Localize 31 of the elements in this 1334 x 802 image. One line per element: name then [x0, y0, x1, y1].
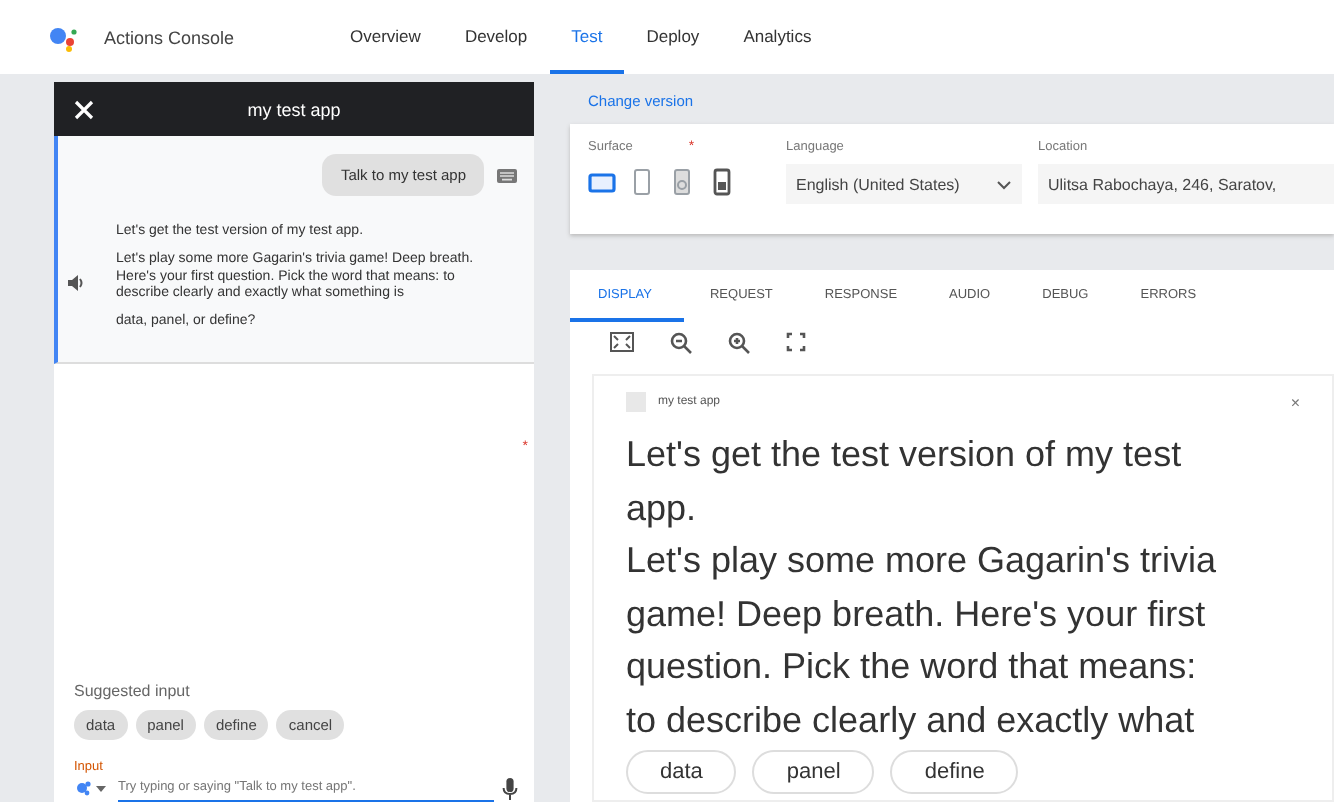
device-icon[interactable] — [708, 168, 736, 196]
suggested-input-label: Suggested input — [74, 682, 192, 700]
phone-icon[interactable] — [628, 168, 656, 196]
chevron-down-icon — [996, 179, 1012, 189]
nav-tab[interactable]: Test — [549, 0, 625, 74]
assistant-logo-icon — [48, 23, 80, 51]
suggestion-chip[interactable]: panel — [752, 750, 875, 794]
location-field[interactable]: Ulitsa Rabochaya, 246, Saratov, — [1038, 164, 1334, 204]
console-title: Actions Console — [104, 27, 237, 47]
fit-screen-icon[interactable] — [610, 332, 634, 352]
nav-tab[interactable]: Analytics — [721, 0, 834, 74]
nav-tab[interactable]: Develop — [442, 0, 550, 74]
speaker-icon[interactable] — [66, 273, 84, 292]
microphone-icon[interactable] — [502, 777, 518, 799]
zoom-in-icon[interactable] — [728, 331, 750, 353]
language-dropdown[interactable]: English (United States) — [786, 164, 1022, 204]
keyboard-icon — [496, 167, 518, 183]
display-icon[interactable] — [588, 171, 616, 193]
display-text: Let's play some more Gagarin's trivia game! Deep breath. Here's your first question. Pick the word that means: to describe clearly and exactly what — [626, 538, 1218, 744]
zoom-out-icon[interactable] — [670, 331, 692, 353]
speaker-device-icon[interactable] — [668, 168, 696, 196]
suggestion-chip[interactable]: data — [626, 750, 737, 794]
display-text: Let's get the test version of my test app. — [626, 432, 1184, 532]
close-icon[interactable] — [74, 99, 94, 119]
nav-tab[interactable]: Overview — [328, 0, 443, 74]
nav-tab[interactable]: Deploy — [624, 0, 722, 74]
suggestion-chip[interactable]: define — [890, 750, 1019, 794]
close-button[interactable]: × — [1290, 393, 1300, 411]
simulator-title: my test app — [245, 99, 343, 119]
assistant-dropdown-icon[interactable] — [74, 780, 110, 796]
fullscreen-icon[interactable] — [786, 332, 806, 352]
